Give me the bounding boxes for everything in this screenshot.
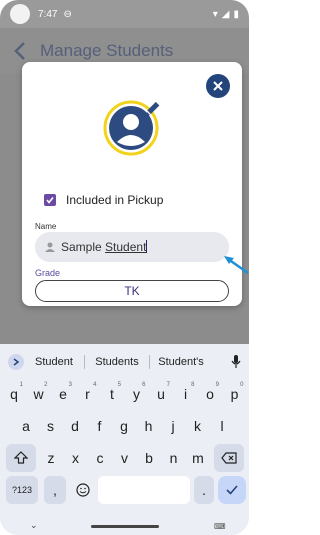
text-cursor xyxy=(146,240,148,253)
checkmark-icon xyxy=(226,485,238,495)
key-n[interactable]: n xyxy=(163,444,185,472)
key-p[interactable]: p0 xyxy=(224,380,246,408)
key-f[interactable]: f xyxy=(89,412,111,440)
key-d[interactable]: d xyxy=(64,412,86,440)
key-q[interactable]: q1 xyxy=(3,380,25,408)
suggestion-3[interactable]: Student's xyxy=(150,356,212,368)
key-s[interactable]: s xyxy=(40,412,62,440)
key-k[interactable]: k xyxy=(187,412,209,440)
status-time: 7:47 xyxy=(38,8,58,20)
suggestion-bar: Student Students Student's xyxy=(0,348,249,376)
notification-icon: ⊖ xyxy=(63,8,72,20)
symbols-key[interactable]: ?123 xyxy=(6,476,38,504)
camera-cutout xyxy=(10,4,30,24)
comma-key[interactable]: , xyxy=(44,476,66,504)
close-button[interactable] xyxy=(206,74,230,98)
key-a[interactable]: a xyxy=(15,412,37,440)
key-u[interactable]: u7 xyxy=(150,380,172,408)
key-y[interactable]: y6 xyxy=(126,380,148,408)
backspace-key[interactable] xyxy=(214,444,244,472)
backspace-icon xyxy=(221,452,237,464)
wifi-icon: ▾ xyxy=(212,8,218,20)
key-o[interactable]: o9 xyxy=(199,380,221,408)
include-pickup-row[interactable]: Included in Pickup xyxy=(44,192,163,208)
key-m[interactable]: m xyxy=(187,444,209,472)
edit-student-dialog: Included in Pickup Name Sample Student G… xyxy=(22,62,242,306)
on-screen-keyboard: Student Students Student's q1w2e3r4t5y6u… xyxy=(0,344,249,535)
include-pickup-label: Included in Pickup xyxy=(66,193,164,207)
back-arrow-icon[interactable] xyxy=(10,40,32,62)
key-e[interactable]: e3 xyxy=(52,380,74,408)
key-row-1: q1w2e3r4t5y6u7i8o9p0 xyxy=(0,380,249,408)
phone-screen: 7:47 ⊖ ▾ ◢ ▮ Manage Students Included in… xyxy=(0,0,249,535)
emoji-key[interactable] xyxy=(72,476,94,504)
key-hint: 8 xyxy=(191,382,195,388)
shift-key[interactable] xyxy=(6,444,36,472)
key-g[interactable]: g xyxy=(113,412,135,440)
key-row-3: zxcvbnm xyxy=(0,444,249,472)
home-indicator[interactable] xyxy=(91,525,159,528)
key-j[interactable]: j xyxy=(162,412,184,440)
key-hint: 4 xyxy=(93,382,97,388)
key-hint: 1 xyxy=(19,382,23,388)
checkmark-icon xyxy=(46,197,54,204)
hide-keyboard-icon[interactable]: ⌄ xyxy=(30,520,38,531)
space-key[interactable] xyxy=(98,476,190,504)
key-hint: 3 xyxy=(68,382,72,388)
status-bar: 7:47 ⊖ ▾ ◢ ▮ xyxy=(0,0,249,28)
pointer-arrow-icon xyxy=(224,256,249,275)
shift-icon xyxy=(14,451,28,464)
key-t[interactable]: t5 xyxy=(101,380,123,408)
close-icon xyxy=(213,81,223,91)
key-c[interactable]: c xyxy=(89,444,111,472)
person-icon xyxy=(45,242,55,252)
signal-icon: ◢ xyxy=(221,8,230,20)
navigation-bar: ⌄ ⌨ xyxy=(0,517,249,535)
period-key[interactable]: . xyxy=(194,476,214,504)
emoji-icon xyxy=(76,483,90,497)
key-b[interactable]: b xyxy=(138,444,160,472)
keyboard-switch-icon[interactable]: ⌨ xyxy=(214,522,226,531)
key-w[interactable]: w2 xyxy=(28,380,50,408)
include-pickup-checkbox[interactable] xyxy=(44,194,56,206)
enter-key[interactable] xyxy=(218,476,246,504)
status-icons: ▾ ◢ ▮ xyxy=(213,9,239,20)
key-hint: 6 xyxy=(142,382,146,388)
chevron-right-icon xyxy=(13,358,20,366)
key-hint: 0 xyxy=(240,382,244,388)
key-r[interactable]: r4 xyxy=(77,380,99,408)
microphone-icon[interactable] xyxy=(231,355,241,369)
key-z[interactable]: z xyxy=(40,444,62,472)
grade-selector[interactable]: TK xyxy=(35,280,229,302)
name-value: Sample Student xyxy=(61,240,148,254)
key-v[interactable]: v xyxy=(114,444,136,472)
key-l[interactable]: l xyxy=(211,412,233,440)
expand-suggestions-button[interactable] xyxy=(8,354,24,370)
key-x[interactable]: x xyxy=(65,444,87,472)
key-hint: 9 xyxy=(215,382,219,388)
key-hint: 2 xyxy=(44,382,48,388)
key-hint: 5 xyxy=(117,382,121,388)
suggestion-1[interactable]: Student xyxy=(24,356,84,368)
battery-icon: ▮ xyxy=(233,8,239,20)
name-input[interactable]: Sample Student xyxy=(35,232,229,262)
name-label: Name xyxy=(35,222,57,231)
key-h[interactable]: h xyxy=(138,412,160,440)
key-row-4: ?123 , . xyxy=(0,476,249,504)
grade-label: Grade xyxy=(35,268,61,278)
key-row-2: asdfghjkl xyxy=(0,412,249,440)
key-i[interactable]: i8 xyxy=(175,380,197,408)
suggestion-2[interactable]: Students xyxy=(85,356,149,368)
edit-pencil-icon[interactable] xyxy=(144,100,162,118)
page-title: Manage Students xyxy=(40,41,174,60)
key-hint: 7 xyxy=(166,382,170,388)
